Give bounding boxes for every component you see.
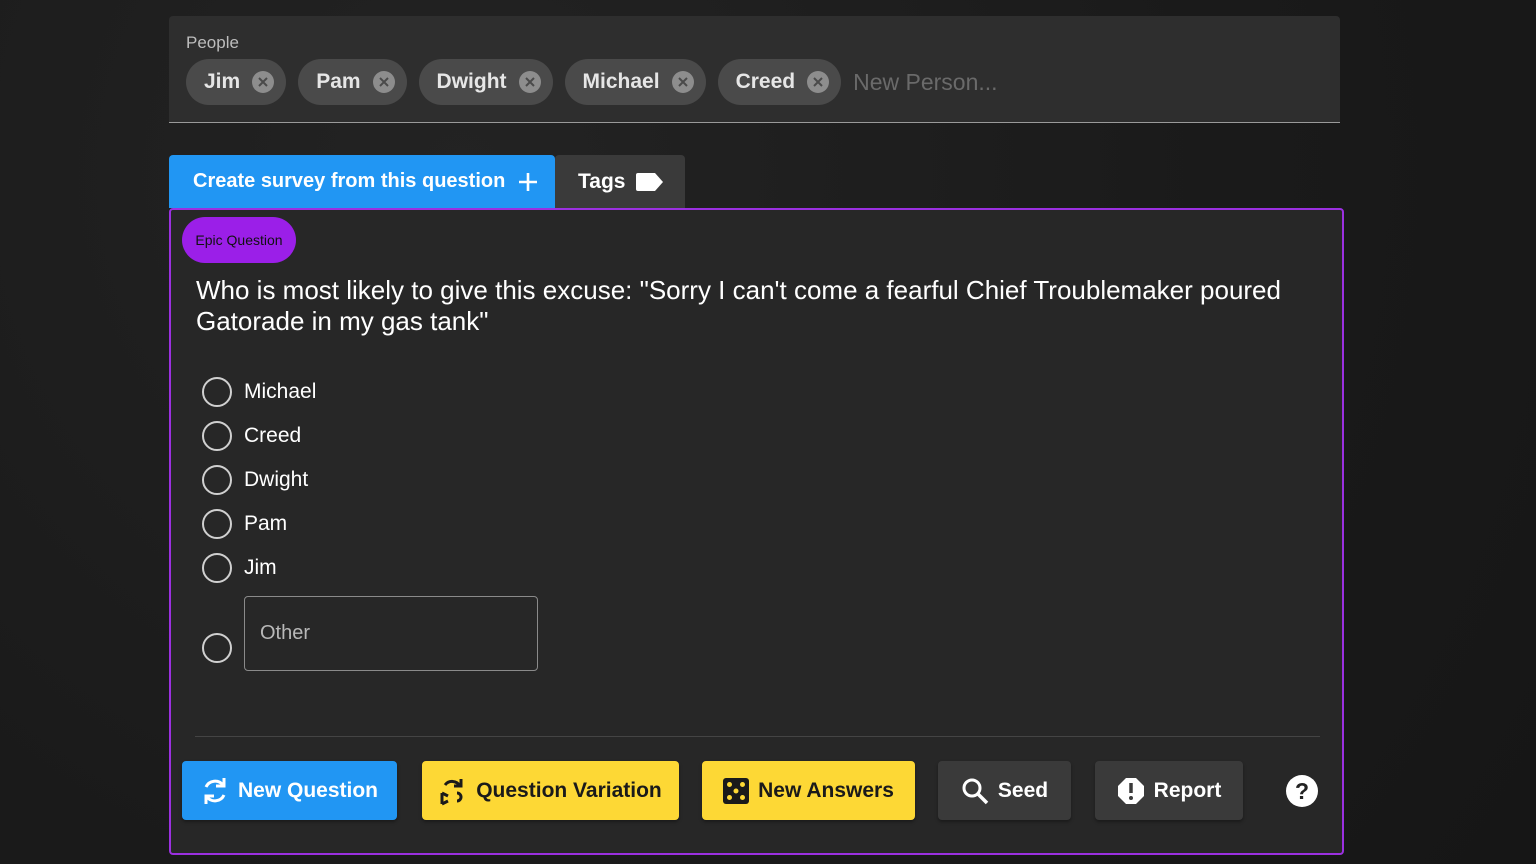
radio-button[interactable]	[202, 633, 232, 663]
chip-label: Pam	[316, 70, 361, 93]
new-answers-label: New Answers	[758, 778, 894, 802]
option-creed[interactable]: Creed	[202, 414, 316, 458]
option-label: Michael	[244, 380, 317, 403]
tags-label: Tags	[578, 169, 626, 193]
question-text: Who is most likely to give this excuse: …	[196, 275, 1281, 336]
new-answers-button[interactable]: New Answers	[702, 761, 915, 820]
search-icon	[962, 778, 989, 804]
person-chip-pam[interactable]: Pam	[298, 59, 407, 105]
remove-chip-icon[interactable]	[372, 71, 395, 93]
person-chip-jim[interactable]: Jim	[186, 59, 287, 105]
people-label: People	[186, 33, 239, 52]
radio-button[interactable]	[202, 377, 232, 407]
remove-chip-icon[interactable]	[252, 71, 275, 93]
seed-button[interactable]: Seed	[938, 761, 1071, 820]
report-label: Report	[1153, 778, 1222, 802]
create-survey-button[interactable]: Create survey from this question	[169, 155, 555, 208]
chips-row: Jim Pam Dwight Michael Creed	[186, 59, 1154, 105]
chip-label: Michael	[582, 70, 660, 93]
new-person-input[interactable]	[853, 59, 1154, 105]
radio-button[interactable]	[202, 465, 232, 495]
option-label: Pam	[244, 512, 288, 535]
variation-icon	[440, 778, 463, 805]
option-label: Jim	[244, 556, 277, 579]
report-button[interactable]: Report	[1095, 761, 1243, 820]
tags-button[interactable]: Tags	[555, 155, 685, 208]
chip-label: Creed	[735, 70, 796, 93]
action-bar: New Question Question Variation New Answ…	[182, 761, 1332, 820]
other-answer-input[interactable]	[244, 596, 538, 671]
chip-label: Dwight	[436, 70, 507, 93]
question-card: Epic Question Who is most likely to give…	[169, 208, 1344, 855]
dice-icon	[723, 777, 750, 804]
refresh-icon	[204, 777, 226, 804]
chip-label: Jim	[204, 70, 241, 93]
option-other	[202, 596, 538, 671]
epic-question-badge: Epic Question	[182, 217, 296, 263]
radio-button[interactable]	[202, 509, 232, 539]
divider	[195, 736, 1320, 737]
radio-button[interactable]	[202, 421, 232, 451]
option-dwight[interactable]: Dwight	[202, 458, 316, 502]
radio-button[interactable]	[202, 553, 232, 583]
person-chip-dwight[interactable]: Dwight	[418, 59, 553, 105]
answer-options: Michael Creed Dwight Pam Jim	[202, 370, 316, 590]
option-jim[interactable]: Jim	[202, 546, 316, 590]
option-label: Dwight	[244, 468, 309, 491]
create-survey-label: Create survey from this question	[193, 170, 506, 192]
remove-chip-icon[interactable]	[518, 71, 541, 93]
person-chip-michael[interactable]: Michael	[564, 59, 706, 105]
person-chip-creed[interactable]: Creed	[717, 59, 842, 105]
remove-chip-icon[interactable]	[807, 71, 830, 93]
new-question-label: New Question	[237, 778, 379, 802]
remove-chip-icon[interactable]	[671, 71, 694, 93]
option-michael[interactable]: Michael	[202, 370, 316, 414]
people-panel: People Jim Pam Dwight Michael Creed	[169, 16, 1340, 123]
seed-label: Seed	[997, 778, 1049, 802]
option-pam[interactable]: Pam	[202, 502, 316, 546]
tag-icon	[636, 172, 664, 191]
new-question-button[interactable]: New Question	[182, 761, 397, 820]
plus-icon	[519, 172, 538, 191]
help-icon[interactable]: ?	[1286, 775, 1318, 807]
question-tabbar: Create survey from this question Tags	[169, 155, 685, 208]
question-variation-button[interactable]: Question Variation	[422, 761, 679, 820]
option-label: Creed	[244, 424, 302, 447]
question-variation-label: Question Variation	[476, 778, 662, 802]
alert-icon	[1117, 777, 1144, 804]
